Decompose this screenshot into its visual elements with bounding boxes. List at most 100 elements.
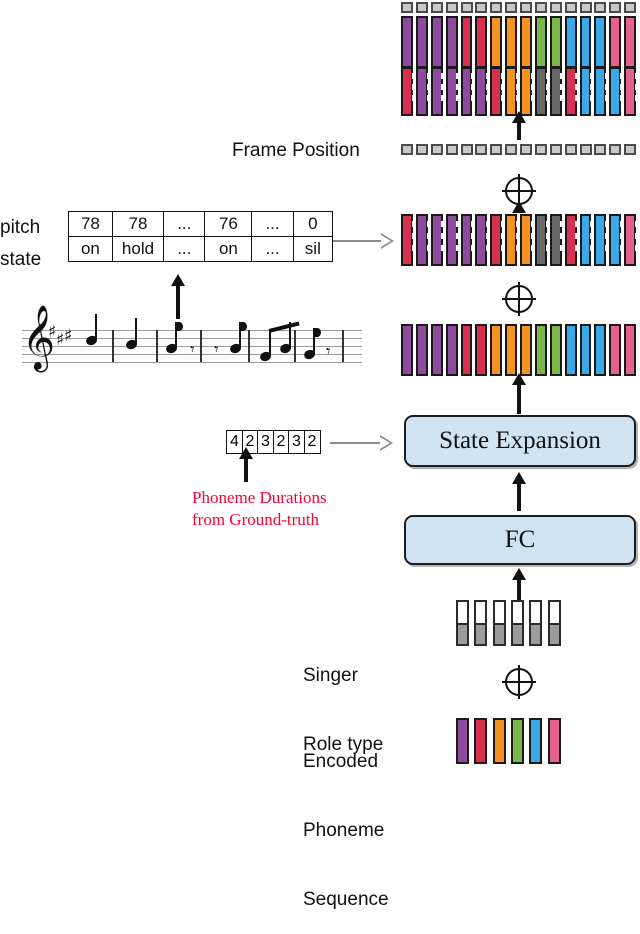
final-stack-upper-bar [430,16,443,68]
sharp-accidental-icon: ♯ [56,330,65,350]
frame-square [430,2,443,13]
pitch-row-label: pitch [0,217,41,238]
encoded-phoneme-bar [511,718,524,764]
arrow-fc-to-expansion [512,472,526,511]
frame-position-square [460,144,473,155]
expanded-phoneme-bar [475,324,488,376]
state-cell: hold [111,236,165,262]
encoded-phoneme-bars [455,718,565,764]
final-stack-upper-bar [401,16,413,68]
arrow-duration-note [239,447,253,482]
bar-line [156,330,158,362]
frame-square [564,2,577,13]
encoded-phoneme-bar [492,718,506,764]
note-stem [95,314,97,340]
final-stack-upper-bar [534,16,547,68]
plus-operator-phoneme [502,282,536,316]
singer-role-bar [474,600,488,646]
singer-role-bar-lower [531,623,541,644]
expanded-phoneme-bar [579,324,592,376]
bar-line-end [342,330,344,362]
frame-square [549,2,562,13]
arrow-expansion-to-plus [512,373,526,414]
pitch-cell: ... [163,211,206,237]
bar-line [294,330,296,362]
frame-position-square [609,144,622,155]
table-row: on hold... on... sil [68,236,334,262]
arrow-line-duration-to-expansion [330,442,380,444]
fc-block[interactable]: FC [404,515,636,565]
duration-note-line2: from Ground-truth [192,510,320,529]
final-stack-upper-bar [505,16,517,68]
frame-square [490,2,503,13]
arrow-input-to-fc [512,568,526,601]
plus-operator-input [502,665,536,699]
staff-line [22,330,362,332]
singer-role-bar-lower [549,623,559,644]
pitch-cell: 76 [204,211,253,237]
expanded-phoneme-bar [415,324,428,376]
encoded-phoneme-bar [547,718,561,764]
music-score: 𝄞 ♯ ♯ ♯ 𝄾 𝄾 𝄾 [8,310,378,378]
arrow-frame-to-final [512,111,526,140]
final-stack-upper-bar [609,16,622,68]
expanded-phoneme-bar [624,324,636,376]
encoded-sequence-label: Encoded Phoneme Sequence [303,704,389,934]
final-stack-upper-bar [490,16,503,68]
expanded-phoneme-bar [445,324,458,376]
singer-role-bar-lower [513,623,522,644]
note-flag [176,322,183,331]
arrow-line-table-to-bars [333,240,381,242]
frame-position-square [401,144,413,155]
frame-square [609,2,622,13]
final-stack-upper-bar [475,16,488,68]
pitch-state-table: 78 78... 76... 0 on hold... on... sil [68,211,334,262]
final-stack-upper-bar [415,16,428,68]
state-cell: on [68,236,113,262]
rest-symbol-icon: 𝄾 [214,340,219,360]
final-stack-upper-bar [520,16,532,68]
frame-square [534,2,547,13]
final-stack-upper-bar [594,16,607,68]
duration-note: Phoneme Durations from Ground-truth [192,487,392,531]
final-representation-stack [400,16,639,116]
state-row-label: state [0,249,42,270]
expanded-phoneme-bar [549,324,562,376]
pitch-cell: 78 [111,211,165,237]
frame-position-square [564,144,577,155]
expanded-phoneme-bar [534,324,547,376]
frame-square [475,2,488,13]
state-cell: ... [163,236,206,262]
bar-line [248,330,250,362]
frame-position-square [445,144,458,155]
duration-note-line1: Phoneme Durations [192,488,327,507]
final-stack-upper-bar [445,16,458,68]
frame-position-square [490,144,503,155]
expanded-phoneme-bar [490,324,503,376]
pitch-cell: 78 [68,211,113,237]
frame-position-square [520,144,532,155]
frame-position-row [400,144,638,158]
singer-role-bar [529,600,543,646]
state-expansion-block[interactable]: State Expansion [404,415,636,467]
final-frame-squares-top [400,2,638,14]
state-cell: sil [292,236,334,262]
rest-symbol-icon: 𝄾 [190,340,195,360]
bar-dash-mark [634,221,639,227]
encoded-phoneme-bar [529,718,543,764]
singer-role-bar-lower [494,623,504,644]
singer-role-bars [455,600,565,650]
expanded-phoneme-bar [430,324,443,376]
state-cell: ... [251,236,294,262]
note-stem [135,318,137,344]
frame-position-square [505,144,518,155]
final-stack-upper-bar [564,16,577,68]
frame-position-square [594,144,607,155]
duration-cell: 3 [288,430,305,454]
singer-role-bar [492,600,506,646]
state-cell: on [204,236,253,262]
frame-square [445,2,458,13]
singer-role-bar [456,600,469,646]
singer-role-bar [511,600,524,646]
rest-symbol-icon: 𝄾 [326,342,331,362]
